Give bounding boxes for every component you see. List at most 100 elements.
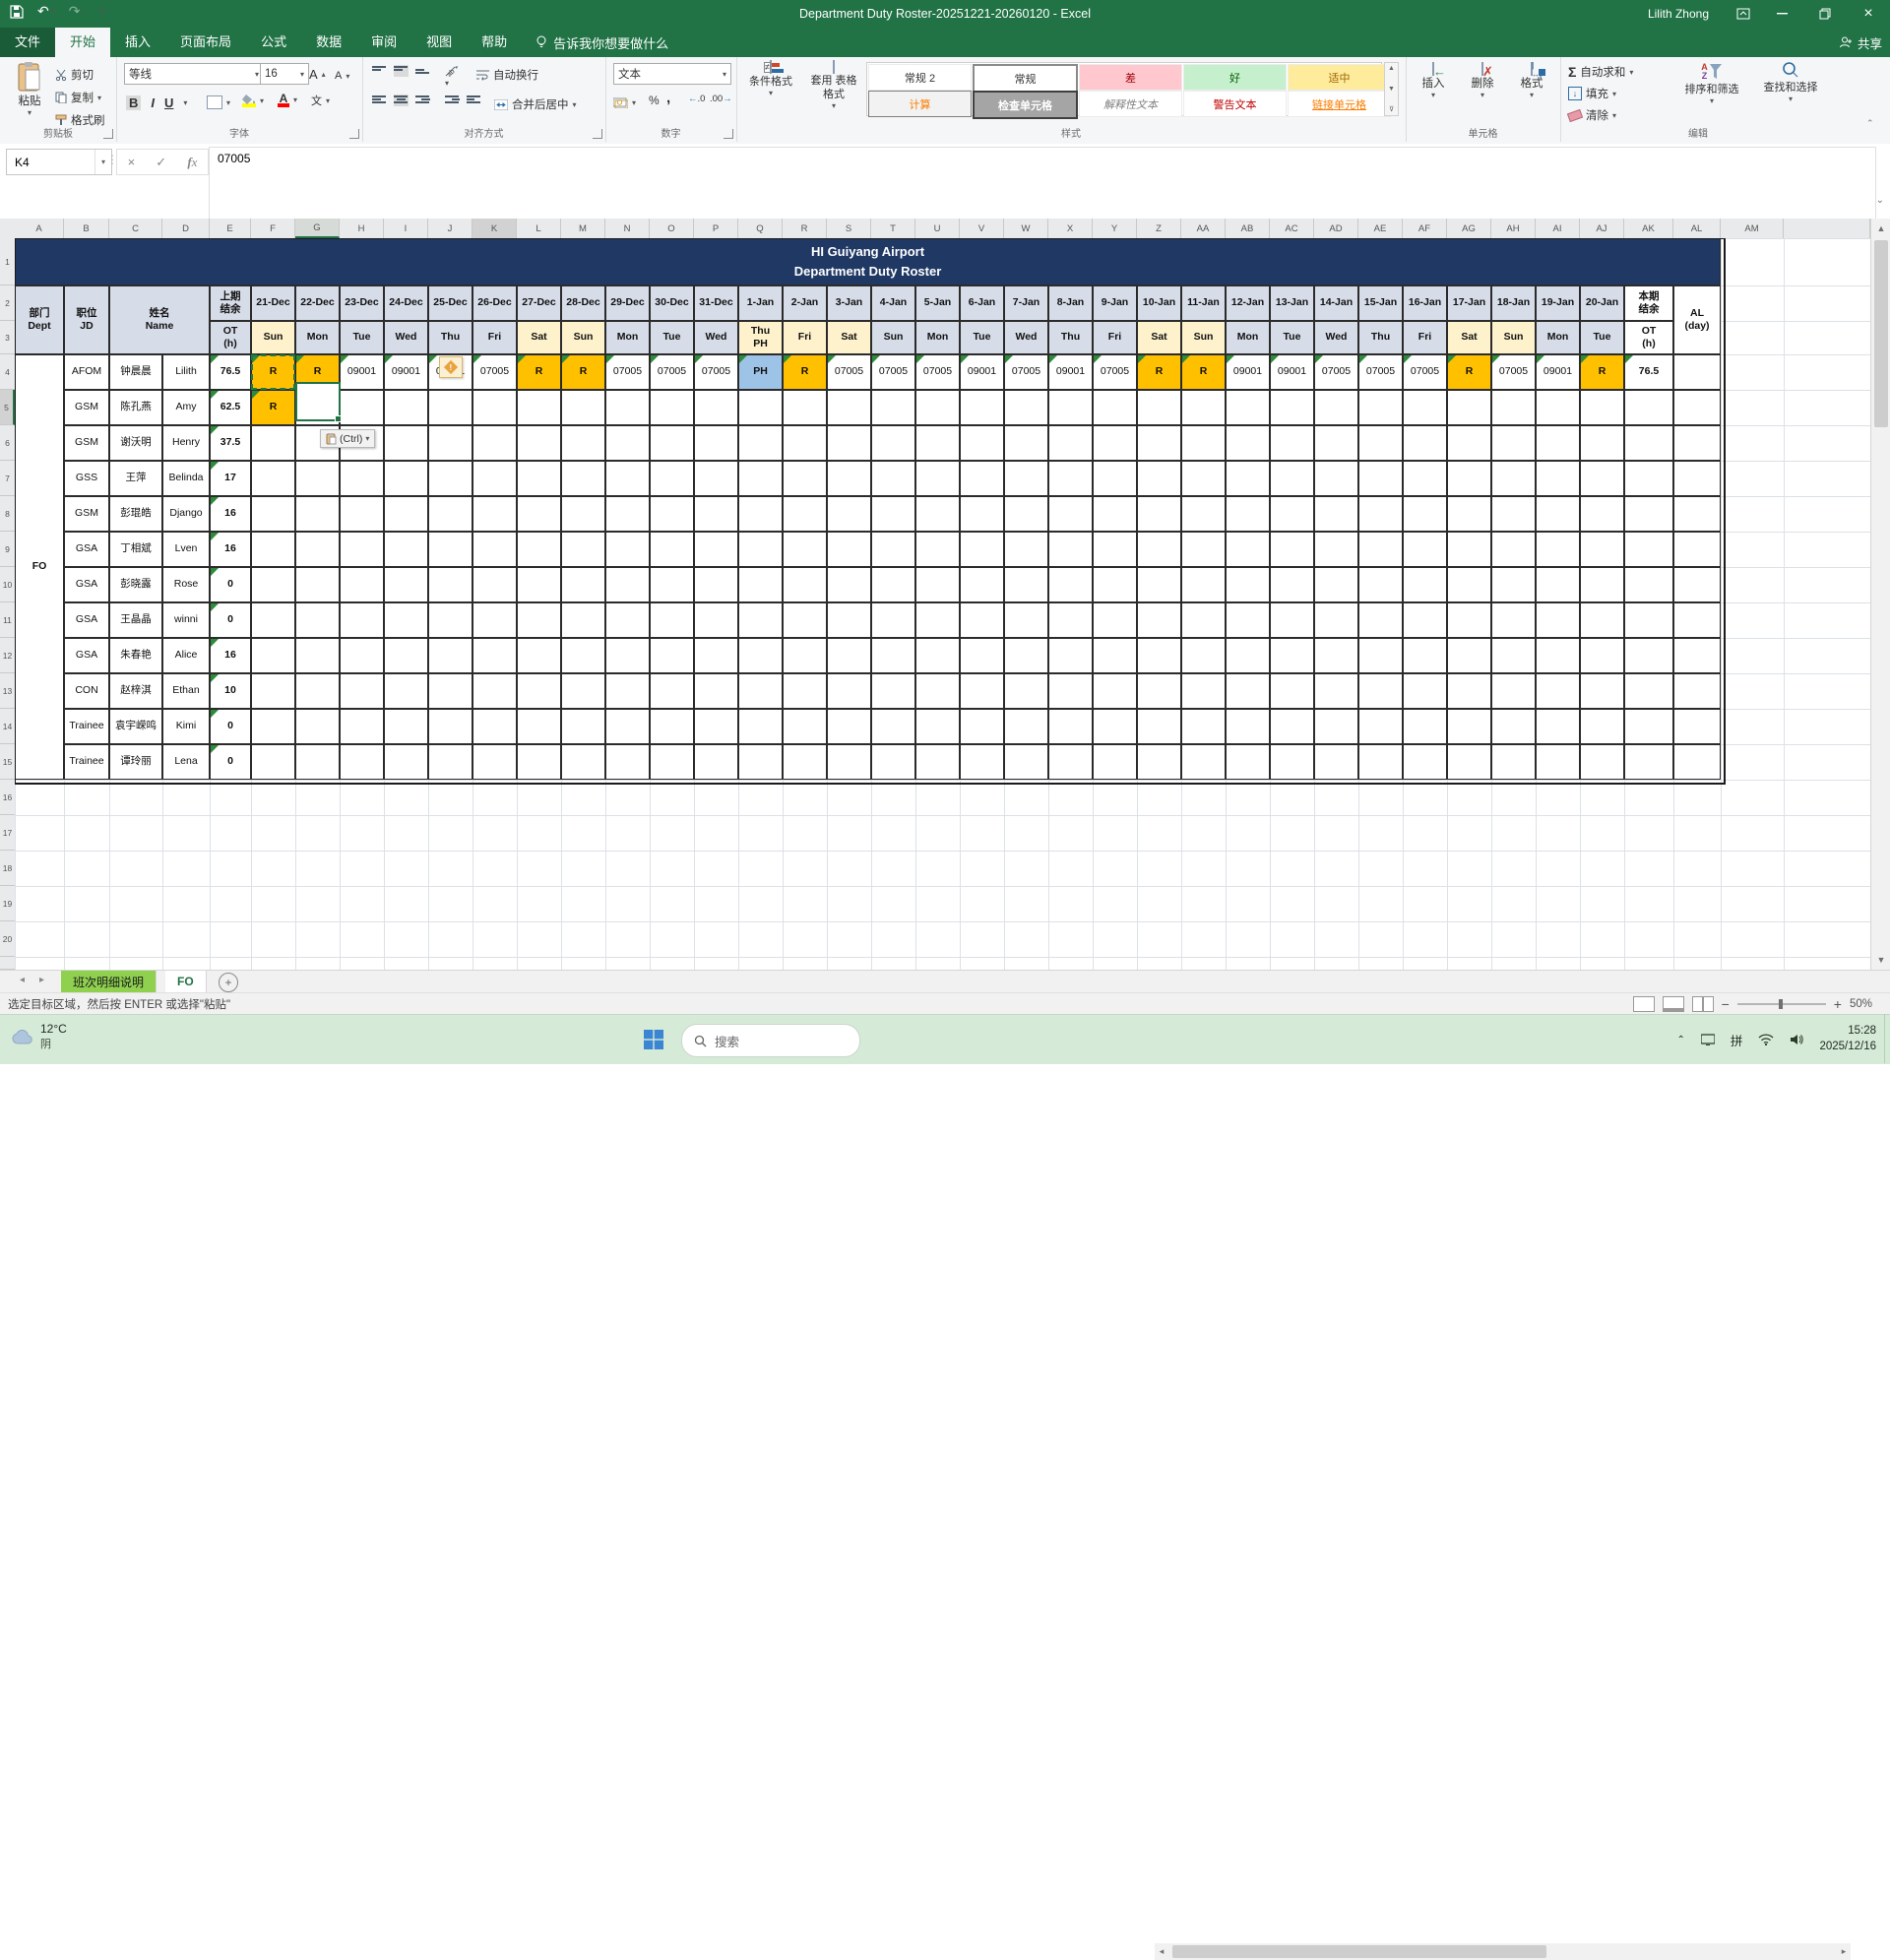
duty-cell[interactable] [1403, 709, 1447, 744]
zoom-level[interactable]: 50% [1850, 998, 1872, 1010]
column-header-I[interactable]: I [384, 219, 428, 238]
duty-cell[interactable] [428, 461, 472, 496]
cell-prev-ot[interactable]: 17 [210, 461, 251, 496]
clipboard-dialog-launcher[interactable] [103, 129, 113, 139]
duty-cell[interactable] [1048, 567, 1093, 602]
cancel-icon[interactable]: × [128, 155, 136, 169]
duty-cell[interactable] [1137, 744, 1181, 780]
cell-cur-ot[interactable] [1624, 425, 1673, 461]
header-day-15-Jan[interactable]: Thu [1358, 321, 1403, 354]
cell-prev-ot[interactable]: 0 [210, 709, 251, 744]
duty-cell[interactable] [384, 461, 428, 496]
duty-cell[interactable] [1137, 425, 1181, 461]
duty-cell[interactable] [1314, 744, 1358, 780]
row-header-9[interactable]: 9 [0, 532, 15, 567]
duty-cell[interactable] [783, 638, 827, 673]
duty-cell[interactable] [384, 390, 428, 425]
cell-name-cn[interactable]: 钟晨晨 [109, 354, 162, 390]
row-header-2[interactable]: 2 [0, 285, 15, 321]
duty-cell[interactable] [1226, 425, 1270, 461]
duty-cell[interactable] [1358, 673, 1403, 709]
header-date-5-Jan[interactable]: 5-Jan [915, 285, 960, 321]
header-day-2-Jan[interactable]: Fri [783, 321, 827, 354]
duty-cell[interactable] [1403, 532, 1447, 567]
duty-cell[interactable] [517, 496, 561, 532]
duty-cell[interactable] [428, 425, 472, 461]
duty-cell[interactable] [1580, 461, 1624, 496]
column-header-Z[interactable]: Z [1137, 219, 1181, 238]
duty-cell[interactable] [1491, 638, 1536, 673]
header-date-25-Dec[interactable]: 25-Dec [428, 285, 472, 321]
cell-name-cn[interactable]: 彭晓露 [109, 567, 162, 602]
duty-cell[interactable]: 07005 [605, 354, 650, 390]
start-button[interactable] [638, 1024, 669, 1055]
duty-cell[interactable] [1181, 425, 1226, 461]
duty-cell[interactable] [1491, 602, 1536, 638]
duty-cell[interactable] [1181, 496, 1226, 532]
duty-cell[interactable] [871, 567, 915, 602]
row-header-17[interactable]: 17 [0, 815, 15, 851]
style-normal2[interactable]: 常规 2 [868, 64, 972, 91]
style-calculation[interactable]: 计算 [868, 91, 972, 117]
duty-cell[interactable] [428, 567, 472, 602]
duty-cell[interactable] [295, 673, 340, 709]
duty-cell[interactable] [295, 744, 340, 780]
duty-cell[interactable] [1314, 709, 1358, 744]
cell-name-en[interactable]: Amy [162, 390, 210, 425]
duty-cell[interactable] [650, 425, 694, 461]
borders-button[interactable]: ▾ [207, 93, 230, 112]
column-header-C[interactable]: C [109, 219, 162, 238]
header-cur-ot[interactable]: 本期 结余 [1624, 285, 1673, 321]
duty-cell[interactable] [1270, 532, 1314, 567]
taskbar-search[interactable]: 搜索 [681, 1024, 860, 1057]
column-header-AB[interactable]: AB [1226, 219, 1270, 238]
duty-cell[interactable] [472, 425, 517, 461]
duty-cell[interactable] [1004, 709, 1048, 744]
duty-cell[interactable] [1536, 461, 1580, 496]
duty-cell[interactable] [517, 638, 561, 673]
duty-cell[interactable] [1314, 461, 1358, 496]
duty-cell[interactable] [1580, 390, 1624, 425]
duty-cell[interactable] [1536, 496, 1580, 532]
column-header-AL[interactable]: AL [1673, 219, 1721, 238]
cell-name-en[interactable]: Django [162, 496, 210, 532]
duty-cell[interactable] [561, 461, 605, 496]
tray-chevron-icon[interactable]: ⌃ [1677, 1035, 1685, 1045]
duty-cell[interactable] [1536, 567, 1580, 602]
duty-cell[interactable] [783, 532, 827, 567]
align-left-icon[interactable] [372, 95, 387, 106]
duty-cell[interactable] [1447, 390, 1491, 425]
header-day-27-Dec[interactable]: Sat [517, 321, 561, 354]
duty-cell[interactable] [1137, 602, 1181, 638]
cell-al[interactable] [1673, 638, 1721, 673]
header-al[interactable]: AL (day) [1673, 285, 1721, 354]
duty-cell[interactable] [738, 744, 783, 780]
zoom-slider[interactable] [1736, 999, 1826, 1009]
duty-cell[interactable] [1403, 496, 1447, 532]
duty-cell[interactable] [251, 425, 295, 461]
duty-cell[interactable] [827, 673, 871, 709]
column-header-X[interactable]: X [1048, 219, 1093, 238]
cell-al[interactable] [1673, 673, 1721, 709]
cell-jd[interactable]: GSA [64, 567, 109, 602]
duty-cell[interactable] [915, 567, 960, 602]
duty-cell[interactable] [915, 390, 960, 425]
header-prev-ot[interactable]: 上期 结余 [210, 285, 251, 321]
cell-name-en[interactable]: Alice [162, 638, 210, 673]
header-date-21-Dec[interactable]: 21-Dec [251, 285, 295, 321]
duty-cell[interactable] [1358, 638, 1403, 673]
show-desktop-button[interactable] [1884, 1014, 1890, 1063]
duty-cell[interactable] [827, 390, 871, 425]
header-day-3-Jan[interactable]: Sat [827, 321, 871, 354]
duty-cell[interactable] [694, 390, 738, 425]
duty-cell[interactable] [1447, 532, 1491, 567]
style-normal[interactable]: 常规 [973, 64, 1078, 93]
duty-cell[interactable] [384, 602, 428, 638]
header-day-5-Jan[interactable]: Mon [915, 321, 960, 354]
style-neutral[interactable]: 适中 [1288, 64, 1391, 91]
header-day-7-Jan[interactable]: Wed [1004, 321, 1048, 354]
duty-cell[interactable] [561, 390, 605, 425]
duty-cell[interactable] [517, 567, 561, 602]
tray-device-icon[interactable] [1700, 1034, 1715, 1045]
tab-review[interactable]: 审阅 [356, 28, 411, 57]
